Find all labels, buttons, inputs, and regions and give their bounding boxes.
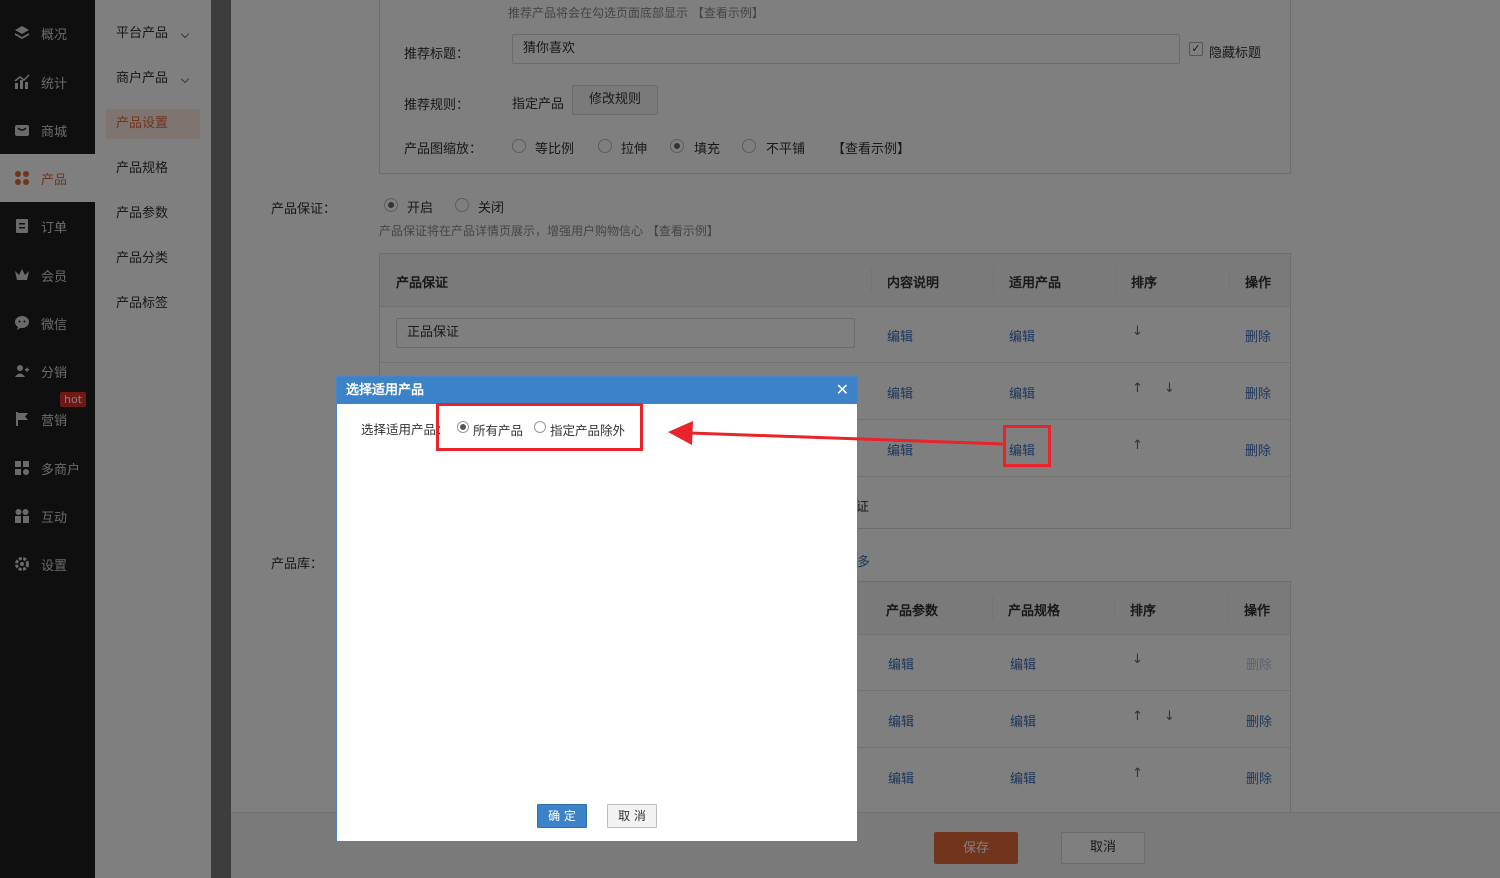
annotation-arrow-icon bbox=[668, 421, 1004, 446]
